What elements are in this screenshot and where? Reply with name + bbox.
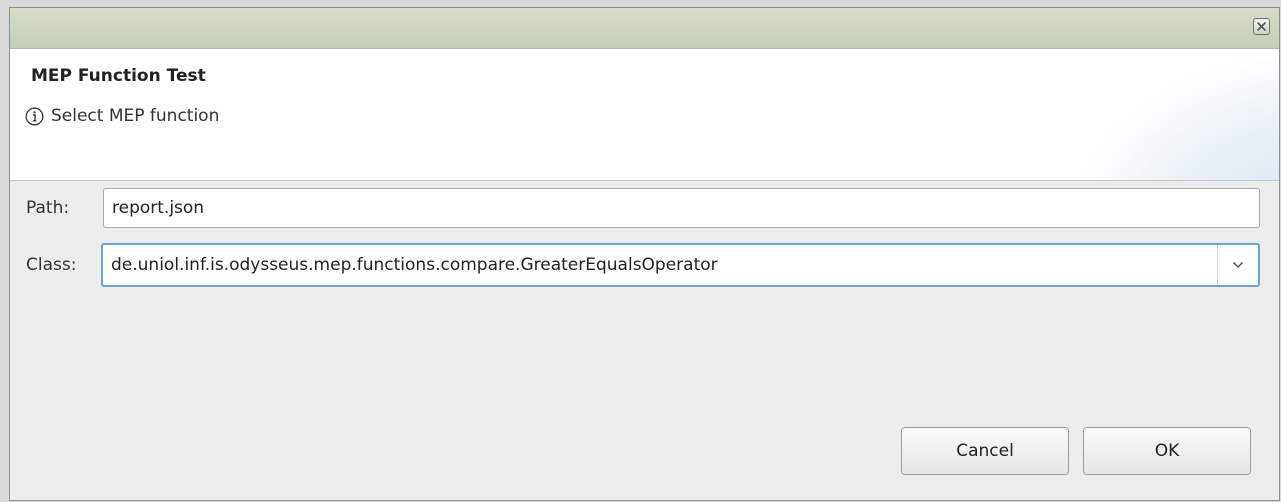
path-label: Path: [26, 198, 70, 218]
ok-button[interactable]: OK [1083, 427, 1251, 475]
title-bar [10, 8, 1279, 49]
dialog-header: MEP Function Test Select MEP function [10, 49, 1279, 181]
class-row: Class: de.uniol.inf.is.odysseus.mep.func… [10, 243, 1279, 287]
close-button[interactable] [1253, 18, 1270, 35]
dialog-message-text: Select MEP function [51, 106, 220, 126]
class-label: Class: [26, 255, 77, 275]
dialog-window: MEP Function Test Select MEP function Pa… [9, 7, 1280, 501]
info-icon [25, 107, 44, 126]
chevron-down-icon [1232, 261, 1244, 269]
close-icon [1257, 22, 1266, 31]
dialog-title: MEP Function Test [31, 66, 206, 86]
class-combobox-value[interactable]: de.uniol.inf.is.odysseus.mep.functions.c… [111, 255, 718, 275]
dialog-message: Select MEP function [25, 106, 219, 126]
class-dropdown-button[interactable] [1217, 245, 1258, 285]
cancel-button[interactable]: Cancel [901, 427, 1069, 475]
path-row: Path: [10, 186, 1279, 230]
header-decoration [1079, 60, 1279, 180]
path-input[interactable] [103, 188, 1260, 228]
class-combobox[interactable]: de.uniol.inf.is.odysseus.mep.functions.c… [101, 243, 1260, 287]
